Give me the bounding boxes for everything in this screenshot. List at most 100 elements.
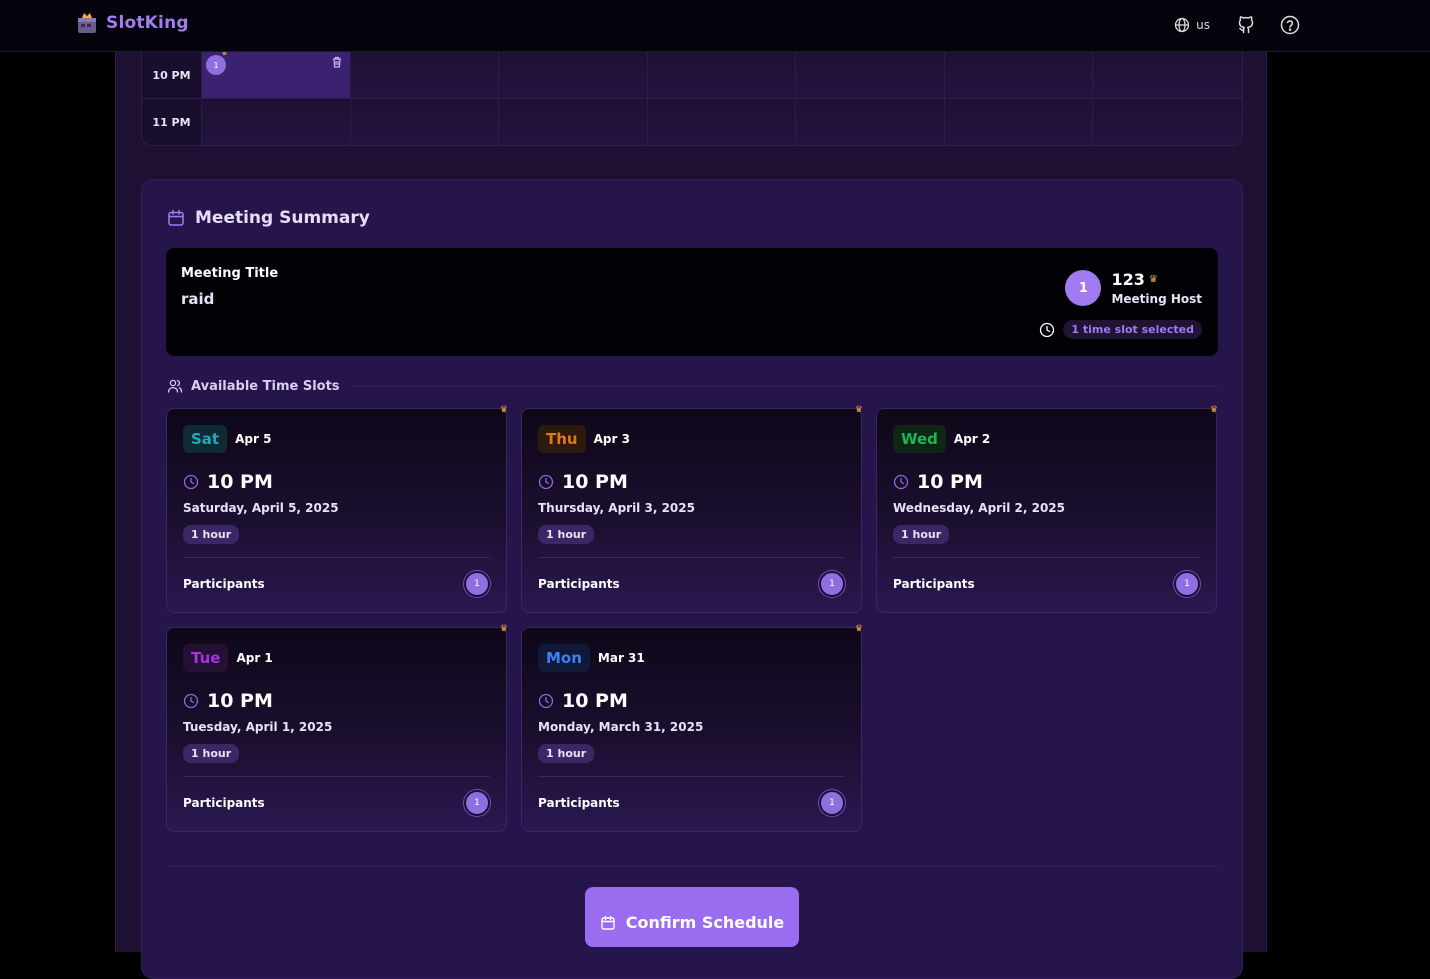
selected-count-badge: 1 time slot selected: [1063, 320, 1202, 339]
clock-icon: [183, 693, 199, 709]
slot-time: 10 PM: [562, 471, 628, 493]
meeting-info-box: Meeting Title raid 1 123 ♛ Meeting Host …: [166, 248, 1218, 356]
confirm-label: Confirm Schedule: [625, 913, 785, 932]
selection-status: 1 time slot selected: [1039, 320, 1202, 339]
day-row: Sat Apr 5: [183, 425, 271, 453]
grid-cell[interactable]: [944, 52, 1093, 98]
slot-full-date: Tuesday, April 1, 2025: [183, 720, 333, 734]
duration-badge: 1 hour: [538, 744, 595, 763]
participants-label: Participants: [893, 577, 975, 591]
time-row: 10 PM: [183, 690, 273, 712]
slot-time: 10 PM: [562, 690, 628, 712]
clock-icon: [1040, 322, 1055, 337]
meeting-host: 1 123 ♛ Meeting Host: [1065, 270, 1202, 306]
avatar: 1: [206, 55, 226, 75]
slot-time: 10 PM: [207, 471, 273, 493]
help-button[interactable]: [1278, 13, 1302, 37]
time-slot-card[interactable]: ♛ Thu Apr 3 10 PM Thursday, April 3, 2025 1 h…: [521, 405, 863, 613]
crown-icon: ♛: [221, 52, 229, 57]
crown-icon: ♛: [854, 624, 863, 634]
grid-cell[interactable]: [796, 99, 945, 145]
day-row: Wed Apr 2: [893, 425, 990, 453]
meeting-summary: Meeting Summary Meeting Title raid 1 123…: [141, 179, 1243, 979]
grid-cell[interactable]: [647, 52, 796, 98]
grid-row: 11 PM: [142, 99, 1242, 145]
grid-cell[interactable]: [499, 52, 648, 98]
grid-cell[interactable]: [944, 99, 1093, 145]
participants-label: Participants: [183, 796, 265, 810]
slot-full-date: Monday, March 31, 2025: [538, 720, 704, 734]
slot-date: Apr 2: [953, 432, 991, 446]
participant-avatar[interactable]: 1: [819, 790, 845, 816]
participant-avatar[interactable]: 1: [464, 790, 490, 816]
grid-cell[interactable]: [499, 99, 648, 145]
day-row: Mon Mar 31: [538, 644, 645, 672]
available-slots-title: Available Time Slots: [191, 378, 340, 394]
duration-badge: 1 hour: [183, 525, 240, 544]
grid-cell[interactable]: [350, 99, 499, 145]
grid-cell[interactable]: [796, 52, 945, 98]
crown-icon: ♛: [499, 405, 508, 415]
crown-icon: ♛: [1209, 405, 1218, 415]
time-row: 10 PM: [893, 471, 983, 493]
grid-cell[interactable]: [1093, 52, 1242, 98]
time-slot-card[interactable]: ♛ Wed Apr 2 10 PM Wednesday, April 2, 2025 1 …: [876, 405, 1218, 613]
meeting-title-value: raid: [181, 290, 215, 308]
confirm-schedule-button[interactable]: Confirm Schedule: [585, 887, 799, 947]
host-role: Meeting Host: [1111, 292, 1202, 306]
summary-title: Meeting Summary: [195, 208, 370, 228]
day-badge: Sat: [183, 425, 228, 453]
clock-icon: [538, 693, 554, 709]
slot-time: 10 PM: [207, 690, 273, 712]
slot-date: Apr 3: [593, 432, 630, 446]
language-selector[interactable]: us: [1170, 14, 1214, 36]
slot-full-date: Thursday, April 3, 2025: [538, 501, 695, 515]
divider: [893, 557, 1200, 558]
users-icon: [167, 379, 183, 393]
host-avatar: 1: [1065, 270, 1102, 306]
grid-cell[interactable]: [202, 99, 351, 145]
time-slot-card[interactable]: ♛ Mon Mar 31 10 PM Monday, March 31, 2025 1 h…: [521, 624, 863, 832]
time-row: 10 PM: [538, 690, 628, 712]
github-button[interactable]: [1234, 13, 1258, 37]
participant-avatar[interactable]: 1: [1174, 571, 1200, 597]
clock-icon: [183, 474, 199, 490]
trash-icon[interactable]: [330, 55, 344, 69]
slot-full-date: Wednesday, April 2, 2025: [893, 501, 1065, 515]
divider: [183, 776, 490, 777]
clock-icon: [538, 474, 554, 490]
host-name: 123: [1111, 270, 1145, 289]
calendar-crown-logo-icon: [78, 13, 96, 33]
time-slot-card[interactable]: ♛ Tue Apr 1 10 PM Tuesday, April 1, 2025 1 ho…: [166, 624, 508, 832]
crown-icon: ♛: [1148, 274, 1158, 285]
duration-badge: 1 hour: [183, 744, 240, 763]
day-badge: Mon: [538, 644, 590, 672]
participant-avatar[interactable]: 1: [464, 571, 490, 597]
time-slot-card[interactable]: ♛ Sat Apr 5 10 PM Saturday, April 5, 2025 1 h…: [166, 405, 508, 613]
main-panel: 10 PM 1 ♛ 11 PM Meeting Summary Meeting …: [115, 52, 1267, 979]
grid-cell[interactable]: [647, 99, 796, 145]
available-slots-header: Available Time Slots: [167, 378, 1219, 394]
brand[interactable]: SlotKing: [76, 12, 189, 34]
time-label: 11 PM: [142, 99, 202, 145]
grid-cell-selected[interactable]: 1 ♛: [202, 52, 351, 98]
day-badge: Wed: [893, 425, 946, 453]
duration-badge: 1 hour: [538, 525, 595, 544]
participant-avatar[interactable]: 1: [819, 571, 845, 597]
duration-badge: 1 hour: [893, 525, 950, 544]
participants-label: Participants: [183, 577, 265, 591]
grid-cell[interactable]: [350, 52, 499, 98]
divider: [538, 557, 845, 558]
participants-label: Participants: [538, 796, 620, 810]
summary-header: Meeting Summary: [167, 208, 370, 228]
clock-icon: [893, 474, 909, 490]
slot-date: Apr 5: [235, 432, 272, 446]
crown-icon: ♛: [499, 624, 508, 634]
time-label: 10 PM: [142, 52, 202, 98]
schedule-grid: 10 PM 1 ♛ 11 PM: [141, 52, 1243, 146]
grid-row: 10 PM 1 ♛: [142, 52, 1242, 99]
time-row: 10 PM: [538, 471, 628, 493]
grid-cell[interactable]: [1093, 99, 1242, 145]
day-row: Thu Apr 3: [538, 425, 630, 453]
day-badge: Tue: [183, 644, 229, 672]
